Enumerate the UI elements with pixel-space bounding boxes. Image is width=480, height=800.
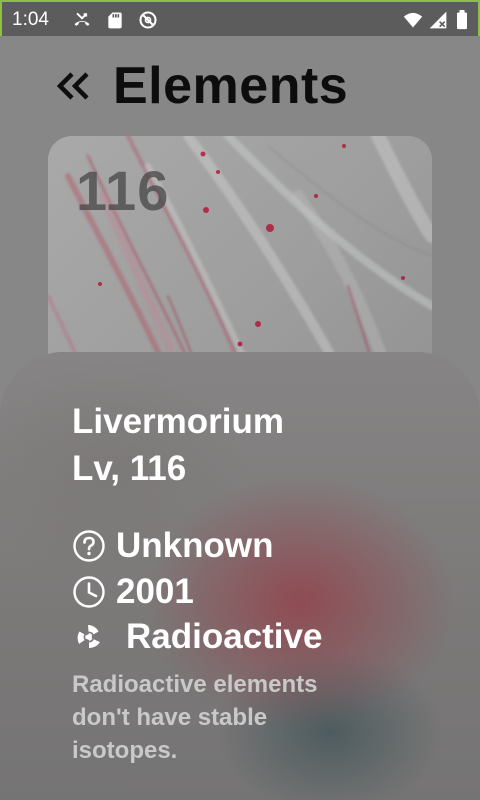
element-name: Livermorium — [72, 402, 284, 441]
page-title: Elements — [113, 57, 349, 115]
battery-icon — [457, 10, 467, 30]
question-circle-icon — [73, 530, 105, 562]
discovery-year-value: 2001 — [116, 572, 194, 611]
phase-value: Unknown — [116, 526, 274, 565]
element-type-description: Radioactive elements don't have stable i… — [72, 671, 318, 764]
cellular-icon — [429, 11, 447, 29]
radioactive-icon — [77, 625, 100, 648]
clock-icon — [73, 576, 105, 608]
atomic-number-watermark: 116 — [76, 159, 170, 222]
phase-row: Unknown — [72, 526, 273, 566]
discovery-year-row: 2001 — [72, 572, 194, 612]
element-detail-sheet: Livermorium Lv, 116 Unknown 2001 Radioac… — [0, 352, 480, 800]
wifi-icon — [403, 12, 423, 28]
status-time: 1:04 — [12, 9, 49, 30]
missed-call-icon — [74, 12, 90, 26]
sd-card-icon — [108, 12, 122, 29]
element-symbol-number: Lv, 116 — [72, 449, 187, 488]
status-bar: 1:04 — [0, 0, 480, 36]
do-not-disturb-icon — [139, 11, 157, 29]
element-type-row: Radioactive — [72, 617, 322, 657]
double-chevron-left-icon[interactable] — [54, 66, 94, 106]
element-type-value: Radioactive — [126, 617, 323, 656]
